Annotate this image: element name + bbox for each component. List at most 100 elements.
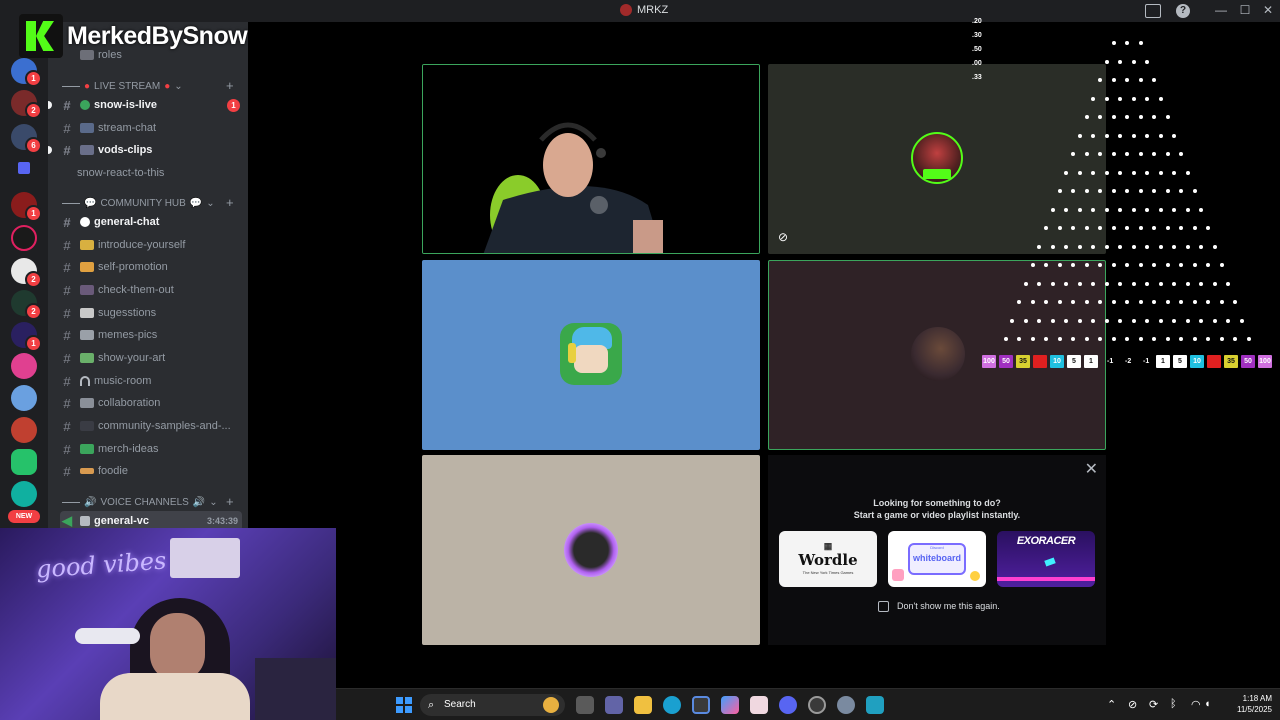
file-explorer-icon[interactable] bbox=[634, 696, 652, 714]
bluetooth-icon[interactable]: ᛒ bbox=[1170, 698, 1177, 710]
task-view-icon[interactable] bbox=[576, 696, 594, 714]
server-icon[interactable] bbox=[11, 449, 37, 475]
channel-label: vods-clips bbox=[98, 144, 153, 156]
channel-item-memes-pics[interactable]: # memes-pics bbox=[60, 325, 242, 345]
plinko-peg bbox=[1030, 337, 1035, 341]
plinko-peg bbox=[1145, 133, 1150, 138]
plinko-peg bbox=[1131, 207, 1136, 212]
category-voice-channels[interactable]: 🔊 VOICE CHANNELS 🔊 ⌄ bbox=[62, 497, 218, 508]
channel-item-sugesstions[interactable]: # sugesstions bbox=[60, 303, 242, 323]
settings-icon[interactable] bbox=[837, 696, 855, 714]
plinko-peg bbox=[1165, 300, 1170, 304]
category-live-stream[interactable]: ● LIVE STREAM ● ⌄ bbox=[62, 81, 183, 92]
add-channel-icon[interactable]: + bbox=[226, 195, 234, 210]
channel-item-community-samples[interactable]: # community-samples-and-... bbox=[60, 416, 242, 436]
sync-icon[interactable]: ⟳ bbox=[1149, 698, 1158, 711]
plinko-peg bbox=[1138, 189, 1143, 193]
channel-item-introduce-yourself[interactable]: # introduce-yourself bbox=[60, 235, 242, 255]
server-icon bbox=[620, 4, 632, 16]
mention-badge: 6 bbox=[25, 137, 42, 154]
channel-item-vods-clips[interactable]: # vods-clips bbox=[48, 140, 242, 160]
plinko-peg bbox=[1037, 318, 1042, 323]
panel-heading-line: Looking for something to do? bbox=[873, 498, 1001, 508]
webcam-feed bbox=[423, 65, 759, 253]
notepad-icon[interactable] bbox=[866, 696, 884, 714]
channel-item-show-your-art[interactable]: # show-your-art bbox=[60, 348, 242, 368]
channel-label: general-chat bbox=[94, 216, 160, 228]
plinko-peg bbox=[1017, 337, 1021, 341]
channel-label: community-samples-and-... bbox=[98, 420, 231, 432]
dont-show-checkbox[interactable] bbox=[878, 601, 889, 612]
video-tile-speaking[interactable] bbox=[422, 64, 760, 254]
channel-item-snow-react-to-this[interactable]: snow-react-to-this bbox=[77, 163, 259, 183]
volume-icon[interactable]: ◖ bbox=[1204, 698, 1211, 710]
card-title: EXORACER bbox=[1016, 535, 1076, 547]
channel-item-music-room[interactable]: # music-room bbox=[60, 371, 242, 391]
server-icon[interactable] bbox=[11, 481, 37, 507]
bed bbox=[255, 658, 336, 720]
card-subtitle: The New York Times Games bbox=[802, 570, 854, 575]
plinko-peg bbox=[1192, 226, 1197, 230]
category-community-hub[interactable]: 💬 COMMUNITY HUB 💬 ⌄ bbox=[62, 198, 215, 209]
channel-item-check-them-out[interactable]: # check-them-out bbox=[60, 280, 242, 300]
plinko-peg bbox=[1084, 226, 1089, 230]
store-icon[interactable] bbox=[692, 696, 710, 714]
wifi-icon[interactable]: ◠ bbox=[1191, 698, 1201, 711]
add-channel-icon[interactable]: + bbox=[226, 78, 234, 93]
app-icon[interactable] bbox=[750, 696, 768, 714]
edge-icon[interactable] bbox=[663, 696, 681, 714]
plinko-peg bbox=[1192, 300, 1197, 304]
server-icon[interactable] bbox=[11, 225, 37, 251]
teams-icon[interactable] bbox=[605, 696, 623, 714]
network-off-icon[interactable]: ⊘ bbox=[1128, 698, 1137, 711]
plinko-peg bbox=[1118, 170, 1123, 175]
close-icon[interactable]: ✕ bbox=[1085, 459, 1098, 479]
channel-item-merch-ideas[interactable]: # merch-ideas bbox=[60, 439, 242, 459]
multiplier-slot: 5 bbox=[1173, 355, 1187, 368]
speech-bubble-icon: 💬 bbox=[189, 198, 203, 209]
plinko-peg bbox=[1118, 244, 1123, 249]
sticker-icon bbox=[970, 571, 980, 581]
activity-card-whiteboard[interactable]: Discord whiteboard bbox=[888, 531, 986, 587]
card-title: whiteboard bbox=[912, 553, 961, 563]
windows-start-icon[interactable] bbox=[396, 697, 412, 713]
taskbar-search[interactable]: ⌕ Search bbox=[420, 694, 565, 716]
activity-card-wordle[interactable]: ▦ Wordle The New York Times Games bbox=[779, 531, 877, 587]
chevron-up-icon[interactable]: ⌃ bbox=[1107, 698, 1116, 711]
copilot-icon[interactable] bbox=[721, 696, 739, 714]
folder-icon[interactable] bbox=[18, 162, 30, 174]
discord-icon[interactable] bbox=[779, 696, 797, 714]
channel-item-snow-is-live[interactable]: # snow-is-live 1 bbox=[48, 95, 242, 115]
channel-item-stream-chat[interactable]: # stream-chat bbox=[60, 118, 242, 138]
plinko-peg bbox=[1091, 170, 1096, 175]
channel-item-self-promotion[interactable]: # self-promotion bbox=[60, 257, 242, 277]
activity-card-exoracer[interactable]: EXORACER bbox=[997, 531, 1095, 587]
card-title: Wordle bbox=[798, 551, 858, 569]
add-channel-icon[interactable]: + bbox=[226, 494, 234, 509]
plinko-peg bbox=[1172, 207, 1177, 212]
plinko-peg bbox=[1084, 189, 1089, 193]
emoji-icon bbox=[80, 123, 94, 133]
dont-show-label: Don't show me this again. bbox=[897, 601, 1000, 611]
clock[interactable]: 1:18 AM 11/5/2025 bbox=[1216, 693, 1272, 715]
server-icon[interactable] bbox=[11, 353, 37, 379]
channel-item-collaboration[interactable]: # collaboration bbox=[60, 393, 242, 413]
plinko-peg bbox=[1064, 244, 1069, 249]
server-icon[interactable] bbox=[11, 385, 37, 411]
hash-icon: # bbox=[63, 327, 71, 343]
server-icon[interactable] bbox=[11, 417, 37, 443]
channel-item-general-chat[interactable]: # general-chat bbox=[60, 212, 242, 232]
screen: MRKZ ? — ☐ ✕ 1 2 6 1 2 2 1 NEW roles ● L… bbox=[0, 0, 1280, 720]
obs-icon[interactable] bbox=[808, 696, 826, 714]
plinko-peg bbox=[1219, 300, 1224, 304]
plinko-peg bbox=[1138, 115, 1143, 119]
plinko-peg bbox=[1199, 207, 1204, 212]
video-tile-avatar[interactable] bbox=[422, 455, 760, 645]
plinko-peg bbox=[1172, 281, 1177, 286]
channel-item-foodie[interactable]: # foodie bbox=[60, 461, 242, 481]
plinko-peg bbox=[1104, 170, 1109, 175]
plinko-peg bbox=[1091, 281, 1096, 286]
video-tile-avatar[interactable] bbox=[422, 260, 760, 450]
plinko-peg bbox=[1212, 318, 1217, 323]
multiplier-slot: 50 bbox=[1241, 355, 1255, 368]
